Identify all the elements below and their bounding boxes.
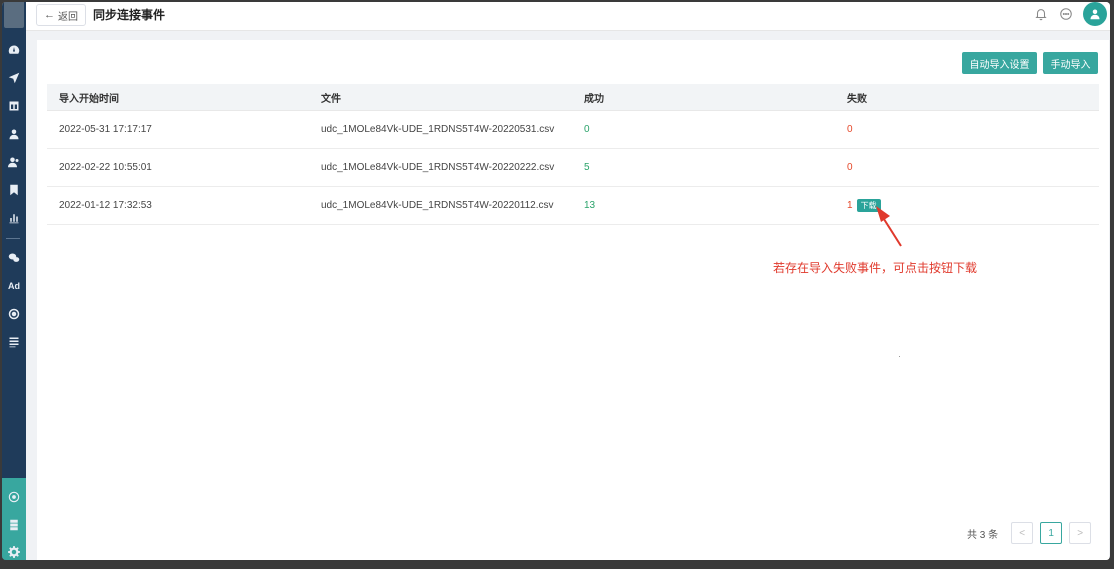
cell-start-time: 2022-01-12 17:32:53	[59, 200, 152, 211]
gear-icon[interactable]	[6, 544, 22, 560]
back-label: 返回	[58, 11, 78, 23]
target-icon[interactable]	[6, 306, 22, 322]
table-header: 导入开始时间 文件 成功 失败	[47, 84, 1099, 111]
main-card: 自动导入设置 手动导入 导入开始时间 文件 成功 失败 2022-05-31 1…	[37, 40, 1109, 560]
bell-icon[interactable]	[1034, 7, 1048, 21]
table-row: 2022-01-12 17:32:53 udc_1MOLe84Vk-UDE_1R…	[47, 187, 1099, 225]
sidebar: Ad	[2, 2, 26, 560]
col-header-start-time: 导入开始时间	[59, 93, 119, 105]
table-row: 2022-05-31 17:17:17 udc_1MOLe84Vk-UDE_1R…	[47, 111, 1099, 149]
table-row: 2022-02-22 10:55:01 udc_1MOLe84Vk-UDE_1R…	[47, 149, 1099, 187]
failed-count: 1	[847, 200, 853, 211]
manual-import-button[interactable]: 手动导入	[1043, 52, 1098, 74]
cell-failed: 0	[847, 124, 853, 135]
annotation-text: 若存在导入失败事件，可点击按钮下载	[773, 261, 978, 275]
col-header-failed: 失败	[847, 93, 867, 105]
cell-failed: 0	[847, 162, 853, 173]
dashboard-icon[interactable]	[6, 42, 22, 58]
page-title: 同步连接事件	[93, 8, 166, 22]
sidebar-divider	[6, 238, 20, 239]
cell-file: udc_1MOLe84Vk-UDE_1RDNS5T4W-20220222.csv	[321, 162, 555, 173]
cell-start-time: 2022-05-31 17:17:17	[59, 124, 152, 135]
wechat-icon[interactable]	[6, 250, 22, 266]
next-page-button[interactable]: >	[1069, 522, 1092, 544]
prev-page-button[interactable]: <	[1011, 522, 1034, 544]
events-table: 导入开始时间 文件 成功 失败 2022-05-31 17:17:17 udc_…	[47, 84, 1099, 225]
col-header-file: 文件	[321, 93, 341, 105]
arrow-left-icon: ←	[44, 9, 55, 21]
connection-icon[interactable]	[6, 489, 22, 505]
cell-success: 0	[584, 124, 590, 135]
cell-success: 5	[584, 162, 590, 173]
auto-import-settings-button[interactable]: 自动导入设置	[962, 52, 1037, 74]
col-header-success: 成功	[584, 93, 604, 105]
chat-icon[interactable]	[1059, 7, 1073, 21]
cell-failed: 1 下载	[847, 187, 881, 224]
cell-file: udc_1MOLe84Vk-UDE_1RDNS5T4W-20220531.csv	[321, 124, 555, 135]
cell-success: 13	[584, 200, 596, 211]
cell-start-time: 2022-02-22 10:55:01	[59, 162, 152, 173]
stack-icon[interactable]	[6, 517, 22, 533]
send-icon[interactable]	[6, 70, 22, 86]
page-button-1[interactable]: 1	[1040, 522, 1063, 544]
back-button[interactable]: ← 返回	[36, 4, 86, 26]
stray-dot	[899, 356, 900, 357]
top-header: ← 返回 同步连接事件	[26, 2, 1110, 31]
pagination: 共 3 条 < 1 >	[967, 522, 1092, 544]
download-button[interactable]: 下载	[856, 199, 881, 212]
cell-file: udc_1MOLe84Vk-UDE_1RDNS5T4W-20220112.csv	[321, 200, 554, 211]
pagination-total: 共 3 条	[967, 529, 999, 541]
user-avatar-icon[interactable]	[1083, 2, 1107, 26]
user-icon[interactable]	[6, 126, 22, 142]
app-window: Ad ← 返回 同步连接事件 自动导入设置 手动导入 导入开始时间 文件 成功 …	[2, 2, 1110, 560]
bookmark-icon[interactable]	[6, 182, 22, 198]
table-icon[interactable]	[6, 98, 22, 114]
list-icon[interactable]	[6, 334, 22, 350]
sidebar-top-logo[interactable]	[4, 2, 24, 28]
bar-chart-icon[interactable]	[6, 210, 22, 226]
users-icon[interactable]	[6, 154, 22, 170]
ad-icon[interactable]: Ad	[6, 278, 22, 294]
